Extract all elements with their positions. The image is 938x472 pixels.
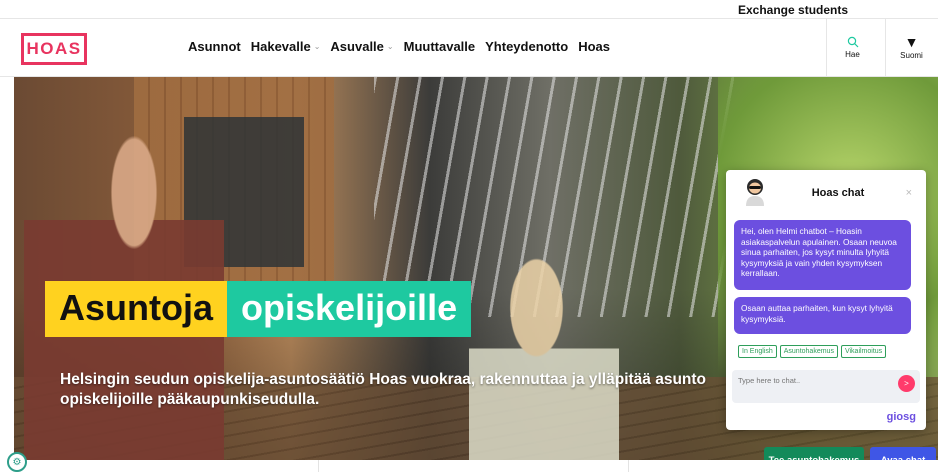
quick-reply-asuntohakemus[interactable]: Asuntohakemus [779, 345, 838, 358]
chevron-down-icon: ⌄ [313, 42, 321, 51]
site-header: HOAS Asunnot Hakevalle ⌄ Asuvalle ⌄ Muutta… [0, 19, 938, 77]
chat-widget: Hoas chat × Hei, olen Helmi chatbot – Ho… [726, 170, 926, 430]
hero-subtext: Helsingin seudun opiskelija-asuntosäätiö… [60, 370, 740, 410]
hero-headline: Asuntoja opiskelijoille [45, 281, 472, 337]
search-icon [847, 36, 859, 48]
hero-subtext-line-1: Helsingin seudun opiskelija-asuntosäätiö… [60, 371, 707, 388]
nav-item-yhteydenotto[interactable]: Yhteydenotto [485, 39, 568, 54]
nav-label: Asunnot [188, 39, 241, 54]
hero-subtext-line-2: opiskelijoille pääkaupunkiseudulla. [60, 391, 320, 408]
nav-label: Hakevalle [250, 39, 311, 54]
chat-title: Hoas chat [811, 187, 865, 199]
top-utility-bar: Exchange students [0, 0, 938, 19]
nav-item-asunnot[interactable]: Asunnot [188, 39, 241, 54]
nav-label: Muuttavalle [403, 39, 476, 54]
logo-text: HOAS [26, 39, 82, 58]
search-button[interactable]: Hae [826, 19, 878, 76]
divider [628, 460, 629, 472]
language-selector[interactable]: ▼ Suomi [885, 19, 937, 76]
quick-reply-vikailmoitus[interactable]: Vikailmoitus [840, 345, 887, 358]
divider [318, 460, 319, 472]
exchange-students-link[interactable]: Exchange students [738, 3, 848, 17]
nav-item-asuvalle[interactable]: Asuvalle ⌄ [330, 39, 393, 54]
quick-reply-english[interactable]: In English [738, 345, 777, 358]
hoas-logo[interactable]: HOAS [21, 33, 87, 65]
nav-label: Asuvalle [330, 39, 384, 54]
send-button[interactable]: > [898, 375, 915, 392]
nav-item-hoas[interactable]: Hoas [578, 39, 610, 54]
quick-replies: In English Asuntohakemus Vikailmoitus [738, 345, 887, 358]
headline-part-1: Asuntoja [45, 281, 228, 337]
chat-message: Hei, olen Helmi chatbot – Hoasin asiakas… [734, 220, 911, 290]
language-label: Suomi [900, 51, 923, 60]
chat-message: Osaan auttaa parhaiten, kun kysyt lyhyit… [734, 297, 911, 334]
giosg-logo: giosg [886, 411, 916, 423]
nav-item-hakevalle[interactable]: Hakevalle ⌄ [251, 39, 321, 54]
close-icon[interactable]: × [906, 187, 912, 199]
search-label: Hae [845, 50, 860, 59]
chevron-down-icon: ⌄ [386, 42, 394, 51]
nav-item-muuttavalle[interactable]: Muuttavalle [404, 39, 476, 54]
chat-input[interactable] [738, 376, 888, 385]
hero-person-woman [469, 257, 619, 460]
nav-label: Hoas [578, 39, 610, 54]
nav-label: Yhteydenotto [485, 39, 569, 54]
chat-input-box [732, 370, 920, 403]
bottom-strip [0, 460, 938, 472]
triangle-down-icon: ▼ [904, 34, 919, 50]
main-nav: Asunnot Hakevalle ⌄ Asuvalle ⌄ Muuttavalle… [188, 39, 620, 54]
accessibility-icon[interactable]: ⚙ [7, 452, 27, 472]
headline-part-2: opiskelijoille [227, 281, 472, 337]
